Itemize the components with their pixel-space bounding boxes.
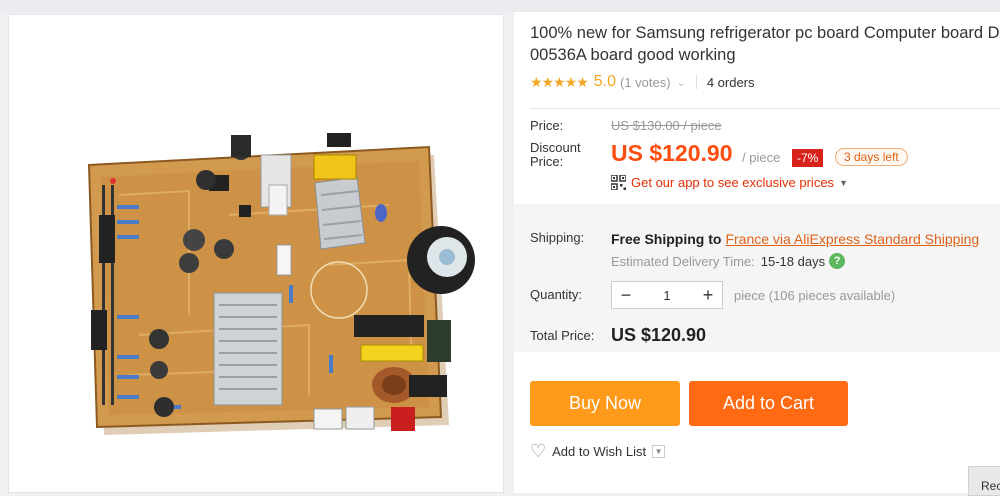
help-icon[interactable]: ? bbox=[829, 253, 846, 269]
product-details-panel: 100% new for Samsung refrigerator pc boa… bbox=[514, 12, 1000, 493]
per-unit-label: / piece bbox=[742, 150, 781, 165]
total-price-label: Total Price: bbox=[530, 328, 595, 343]
estimated-delivery: Estimated Delivery Time: 15-18 days ? bbox=[611, 253, 846, 269]
total-price-value: US $120.90 bbox=[611, 325, 707, 345]
divider bbox=[530, 108, 1000, 109]
availability-text: piece (106 pieces available) bbox=[734, 288, 896, 303]
product-image-panel[interactable] bbox=[8, 14, 504, 493]
buy-now-button[interactable]: Buy Now bbox=[530, 381, 680, 426]
star-icon: ★★★★★ bbox=[530, 73, 589, 90]
quantity-label: Quantity: bbox=[530, 287, 583, 302]
chevron-down-icon[interactable]: ⌄ bbox=[677, 76, 686, 89]
heart-icon: ♡ bbox=[530, 441, 547, 461]
wish-list-link[interactable]: ♡ Add to Wish List ▼ bbox=[530, 441, 666, 462]
caret-down-icon: ▼ bbox=[839, 177, 848, 188]
estimated-days: 15-18 days bbox=[760, 253, 826, 269]
top-strip bbox=[0, 0, 1000, 12]
days-left-badge: 3 days left bbox=[835, 148, 908, 166]
rating-row: ★★★★★ 5.0 (1 votes) ⌄ 4 orders bbox=[530, 72, 755, 92]
estimated-label: Estimated Delivery Time: bbox=[611, 253, 755, 269]
product-image bbox=[87, 133, 475, 435]
quantity-input[interactable]: 1 bbox=[663, 288, 670, 303]
minus-icon[interactable]: − bbox=[612, 285, 640, 306]
app-promo-link[interactable]: Get our app to see exclusive prices ▼ bbox=[611, 175, 848, 190]
app-promo-text: Get our app to see exclusive prices bbox=[631, 175, 835, 190]
original-price: US $130.00 / piece bbox=[611, 118, 722, 133]
qr-code-icon bbox=[611, 175, 626, 190]
votes-link[interactable]: (1 votes) bbox=[620, 75, 671, 90]
chevron-down-icon[interactable]: ▼ bbox=[652, 445, 666, 458]
discount-price: US $120.90 bbox=[611, 140, 733, 166]
quantity-stepper: − 1 + bbox=[611, 281, 723, 309]
price-label: Price: bbox=[530, 118, 564, 133]
discount-price-label: Discount Price: bbox=[530, 140, 581, 169]
discount-badge: -7% bbox=[792, 149, 824, 167]
rating-value: 5.0 bbox=[593, 73, 617, 90]
product-title: 100% new for Samsung refrigerator pc boa… bbox=[530, 24, 1000, 64]
divider bbox=[695, 75, 697, 89]
recommended-button[interactable]: Rec bbox=[968, 466, 1000, 496]
add-to-cart-button[interactable]: Add to Cart bbox=[689, 381, 848, 426]
shipping-line: Free Shipping to France via AliExpress St… bbox=[611, 231, 979, 247]
free-shipping-text: Free Shipping to bbox=[611, 231, 722, 247]
plus-icon[interactable]: + bbox=[694, 285, 722, 306]
orders-count: 4 orders bbox=[706, 74, 755, 90]
wish-list-label: Add to Wish List bbox=[552, 444, 647, 459]
shipping-label: Shipping: bbox=[530, 230, 585, 245]
shipping-method-link[interactable]: France via AliExpress Standard Shipping bbox=[725, 231, 979, 247]
